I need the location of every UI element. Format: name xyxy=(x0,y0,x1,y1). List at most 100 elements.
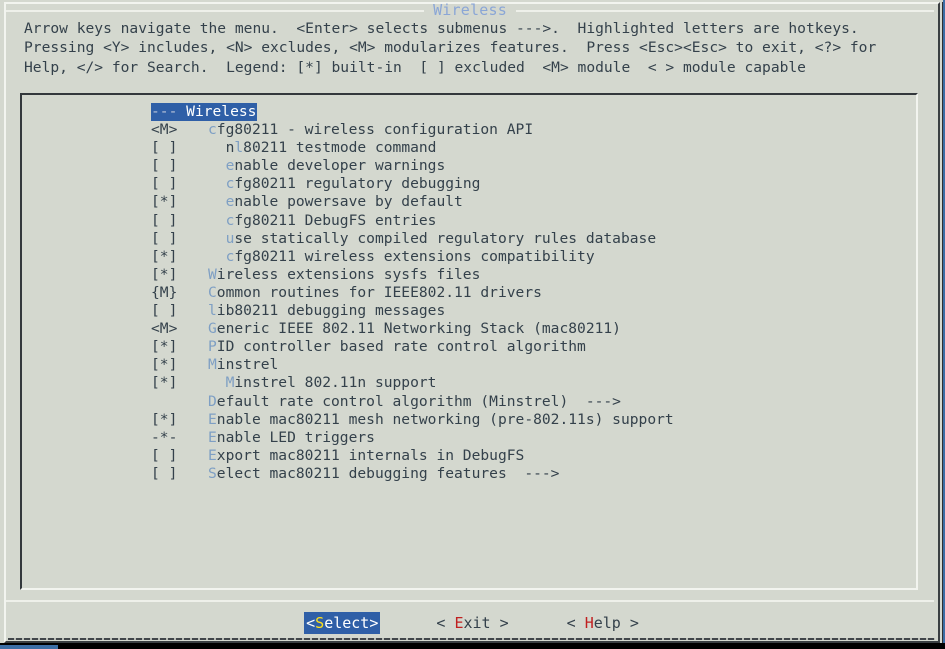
help-line: Arrow keys navigate the menu. <Enter> se… xyxy=(24,20,859,37)
menu-item-indent xyxy=(208,157,226,174)
menu-item-marker[interactable]: {M} xyxy=(151,284,208,302)
button-bar: <Select> < Exit > < Help > xyxy=(0,608,945,638)
menu-item-label: ID controller based rate control algorit… xyxy=(216,338,586,356)
menu-item-marker[interactable]: -*- xyxy=(151,429,208,447)
menu-item[interactable]: [ ] lib80211 debugging messages xyxy=(22,302,916,320)
menu-item-hotkey: D xyxy=(208,392,217,410)
menu-item-marker[interactable]: [*] xyxy=(151,266,208,284)
menu-item-marker[interactable]: [ ] xyxy=(151,230,208,248)
menu-item-indent xyxy=(208,230,226,247)
menu-item-label: fg80211 wireless extensions compatibilit… xyxy=(234,247,595,265)
menu-item-hotkey: W xyxy=(208,265,217,283)
menu-item-label: nable mac80211 mesh networking (pre-802.… xyxy=(216,410,674,428)
button-hotkey: H xyxy=(584,614,594,632)
menu-item-marker[interactable]: [ ] xyxy=(151,139,208,157)
menu-item-label: fg80211 DebugFS entries xyxy=(234,211,437,229)
menu-item-marker[interactable]: [ ] xyxy=(151,212,208,230)
menu-item[interactable]: [ ] Select mac80211 debugging features --… xyxy=(22,465,916,483)
menu-item-marker[interactable]: [ ] xyxy=(151,302,208,320)
menu-listbox[interactable]: --- Wireless <M> cfg80211 - wireless confi… xyxy=(20,93,918,590)
menu-item-marker[interactable]: <M> xyxy=(151,320,208,338)
menu-item-label: nable powersave by default xyxy=(234,193,463,211)
title-rule-left xyxy=(6,9,425,12)
menu-item-hotkey: l xyxy=(234,139,244,157)
menu-item-label: 80211 testmode command xyxy=(243,139,437,157)
menu-item-label: instrel 802.11n support xyxy=(234,374,437,392)
menu-item[interactable]: <M> cfg80211 - wireless configuration API xyxy=(22,121,916,139)
menu-item-marker[interactable] xyxy=(151,393,208,411)
menu-item-marker[interactable]: [*] xyxy=(151,374,208,392)
menu-item-label: fg80211 regulatory debugging xyxy=(234,175,481,193)
menu-item[interactable]: -*- Enable LED triggers xyxy=(22,429,916,447)
menu-item-indent xyxy=(208,139,226,156)
menu-item-marker[interactable]: [ ] xyxy=(151,175,208,193)
dialog-bottom-dashed-rule xyxy=(8,638,935,640)
menu-item-dashes: --- xyxy=(151,103,178,120)
menu-item[interactable]: Default rate control algorithm (Minstrel… xyxy=(22,393,916,411)
menu-item-label: efault rate control algorithm (Minstrel) xyxy=(216,392,569,410)
menu-item[interactable]: [*] cfg80211 wireless extensions compati… xyxy=(22,248,916,266)
menu-item-label: ireless extensions sysfs files xyxy=(216,265,481,283)
menu-item-label: nable LED triggers xyxy=(216,428,375,446)
exit-button[interactable]: < Exit > xyxy=(434,612,510,634)
button-bracket-right: > xyxy=(620,614,639,632)
menu-item-label: ireless xyxy=(194,103,257,120)
menu-item-hotkey: W xyxy=(186,103,195,120)
menu-item-label: eneric IEEE 802.11 Networking Stack (mac… xyxy=(216,320,621,338)
button-bracket-right: > xyxy=(490,614,509,632)
menu-item[interactable]: [ ] cfg80211 DebugFS entries xyxy=(22,212,916,230)
menu-item-marker[interactable]: [*] xyxy=(151,248,208,266)
menu-item-marker[interactable]: [ ] xyxy=(151,157,208,175)
menu-item[interactable]: <M> Generic IEEE 802.11 Networking Stack … xyxy=(22,320,916,338)
menu-item-marker[interactable]: <M> xyxy=(151,121,208,139)
button-label: xit xyxy=(463,614,491,632)
menuconfig-screen: Wireless Arrow keys navigate the menu. <… xyxy=(0,0,945,649)
menu-item-marker[interactable]: [*] xyxy=(151,411,208,429)
terminal-bottom-accent xyxy=(0,645,58,649)
menu-item-marker[interactable]: [*] xyxy=(151,193,208,211)
menu-item[interactable]: [ ] use statically compiled regulatory r… xyxy=(22,230,916,248)
menu-list: --- Wireless <M> cfg80211 - wireless confi… xyxy=(22,95,916,588)
menu-item[interactable]: [*] Enable mac80211 mesh networking (pre-… xyxy=(22,411,916,429)
menu-item-highlight: --- Wireless xyxy=(151,103,258,122)
menu-item-marker[interactable]: [ ] xyxy=(151,465,208,483)
dialog-title: Wireless xyxy=(433,1,507,19)
menu-item-selected[interactable]: --- Wireless xyxy=(22,103,916,122)
submenu-arrow-icon: ---> xyxy=(568,392,621,410)
menu-item[interactable]: [ ] nl80211 testmode command xyxy=(22,139,916,157)
button-bar-separator xyxy=(6,600,934,602)
help-line: Help, </> for Search. Legend: [*] built-… xyxy=(24,58,806,76)
submenu-arrow-icon: ---> xyxy=(506,464,560,482)
menu-item[interactable]: [ ] cfg80211 regulatory debugging xyxy=(22,175,916,193)
menu-item[interactable]: [*] PID controller based rate control alg… xyxy=(22,338,916,356)
terminal-bottom-bar xyxy=(0,643,945,649)
select-button[interactable]: <Select> xyxy=(304,612,381,634)
button-label: elp xyxy=(593,614,621,632)
menu-item[interactable]: [*] Minstrel xyxy=(22,356,916,374)
button-bracket-left: < xyxy=(306,614,316,632)
menu-item[interactable]: [*] Minstrel 802.11n support xyxy=(22,374,916,392)
menu-item-label: se statically compiled regulatory rules … xyxy=(234,229,657,247)
menu-item-marker[interactable]: [*] xyxy=(151,338,208,356)
menu-item[interactable]: [*] Wireless extensions sysfs files xyxy=(22,266,916,284)
button-bracket-right: > xyxy=(369,614,379,632)
menu-item[interactable]: [ ] enable developer warnings xyxy=(22,157,916,175)
menu-item[interactable]: [*] enable powersave by default xyxy=(22,193,916,211)
menu-item-indent xyxy=(208,374,226,391)
menu-item-label: ib80211 debugging messages xyxy=(216,302,446,320)
menu-item-hotkey: E xyxy=(208,410,217,428)
menu-item[interactable]: [ ] Export mac80211 internals in DebugFS xyxy=(22,447,916,465)
menu-item-marker[interactable]: [*] xyxy=(151,356,208,374)
menu-item-label: fg80211 - wireless configuration API xyxy=(216,121,534,139)
help-button[interactable]: < Help > xyxy=(565,612,641,634)
button-bracket-left: < xyxy=(436,614,455,632)
menu-item-marker[interactable]: [ ] xyxy=(151,447,208,465)
menu-item-label: ommon routines for IEEE802.11 drivers xyxy=(216,283,542,301)
menu-item-label: xport mac80211 internals in DebugFS xyxy=(216,446,525,464)
button-hotkey: S xyxy=(315,614,325,632)
menu-item-label: nable developer warnings xyxy=(234,157,446,175)
menu-item-indent xyxy=(208,193,226,210)
menu-item[interactable]: {M} Common routines for IEEE802.11 driver… xyxy=(22,284,916,302)
menu-item-hotkey: C xyxy=(208,283,217,301)
menu-item-hotkey: M xyxy=(208,356,217,374)
